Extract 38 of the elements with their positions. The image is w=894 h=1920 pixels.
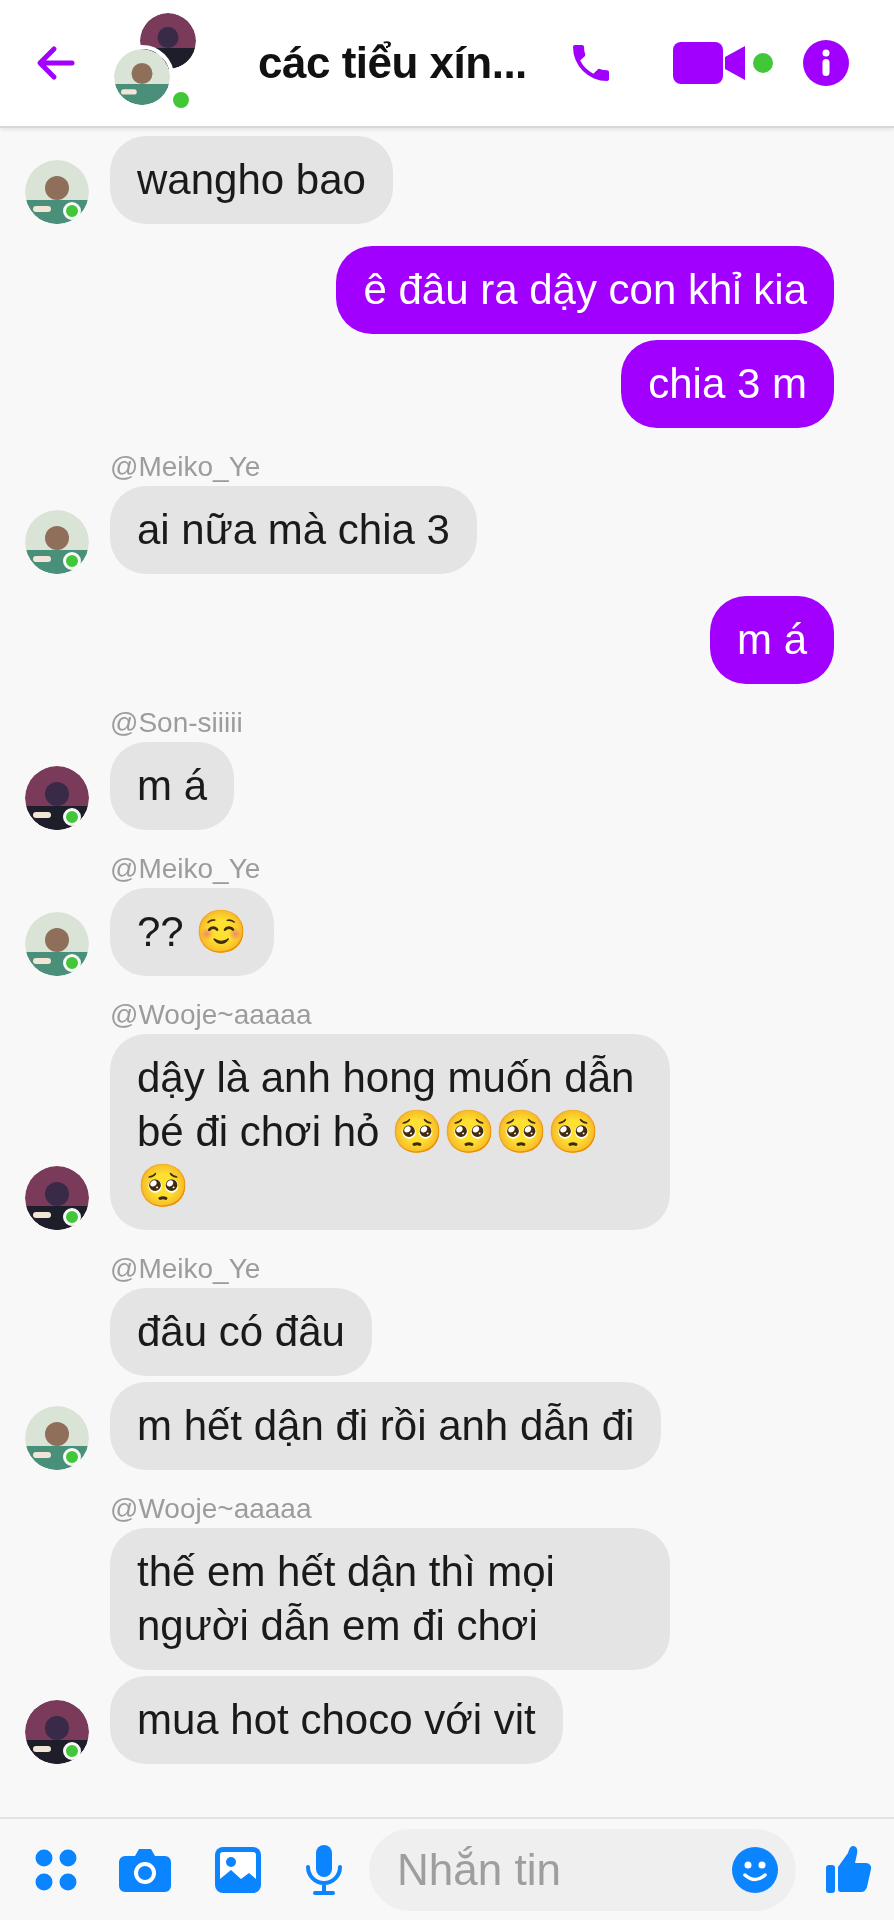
message-bubble: mua hot choco với vit (110, 1676, 563, 1764)
microphone-button[interactable] (305, 1844, 343, 1895)
info-icon (802, 40, 849, 86)
message-bubble: m á (710, 596, 834, 684)
back-button[interactable] (36, 45, 76, 81)
like-button[interactable] (826, 1844, 872, 1895)
sender-name: @Wooje~aaaaa (110, 1492, 312, 1526)
chat-title: các tiểu xín... (258, 37, 527, 89)
message-bubble: đâu có đâu (110, 1288, 372, 1376)
thumbs-up-icon (826, 1844, 872, 1895)
message-bubble: thế em hết dận thì mọi người dẫn em đi chơi (110, 1528, 670, 1670)
microphone-icon (305, 1844, 343, 1895)
back-arrow-icon (36, 45, 76, 81)
message-bubble: ai nữa mà chia 3 (110, 486, 477, 574)
message-input[interactable]: Nhắn tin (369, 1828, 796, 1911)
smiley-icon (732, 1846, 778, 1893)
sender-name: @Son-siiiii (110, 706, 243, 740)
video-camera-icon (672, 40, 747, 86)
sender-name: @Meiko_Ye (110, 1252, 261, 1286)
gallery-button[interactable] (215, 1846, 261, 1893)
emoji-button[interactable] (732, 1846, 778, 1893)
message-bubble: dậy là anh hong muốn dẫn bé đi chơi hỏ 🥺🥺🥺🥺🥺 (110, 1034, 670, 1230)
message-bubble: ?? ☺ (110, 888, 275, 976)
sender-name: @Meiko_Ye (110, 450, 261, 484)
menu-button[interactable] (35, 1848, 77, 1891)
message-bubble: m á (110, 742, 234, 830)
sender-name: @Wooje~aaaaa (110, 998, 312, 1032)
four-dots-icon (35, 1848, 77, 1891)
image-icon (215, 1846, 261, 1893)
message-bubble: ê đâu ra dậy con khỉ kia (336, 246, 834, 334)
message-bubble: wangho bao (110, 136, 393, 224)
camera-icon (119, 1847, 171, 1892)
message-bubble: m hết dận đi rồi anh dẫn đi (110, 1382, 662, 1470)
video-call-button[interactable] (672, 40, 773, 86)
camera-button[interactable] (119, 1847, 171, 1892)
sender-name: @Meiko_Ye (110, 852, 261, 886)
info-button[interactable] (802, 40, 849, 86)
message-bubble: chia 3 m (621, 340, 834, 428)
